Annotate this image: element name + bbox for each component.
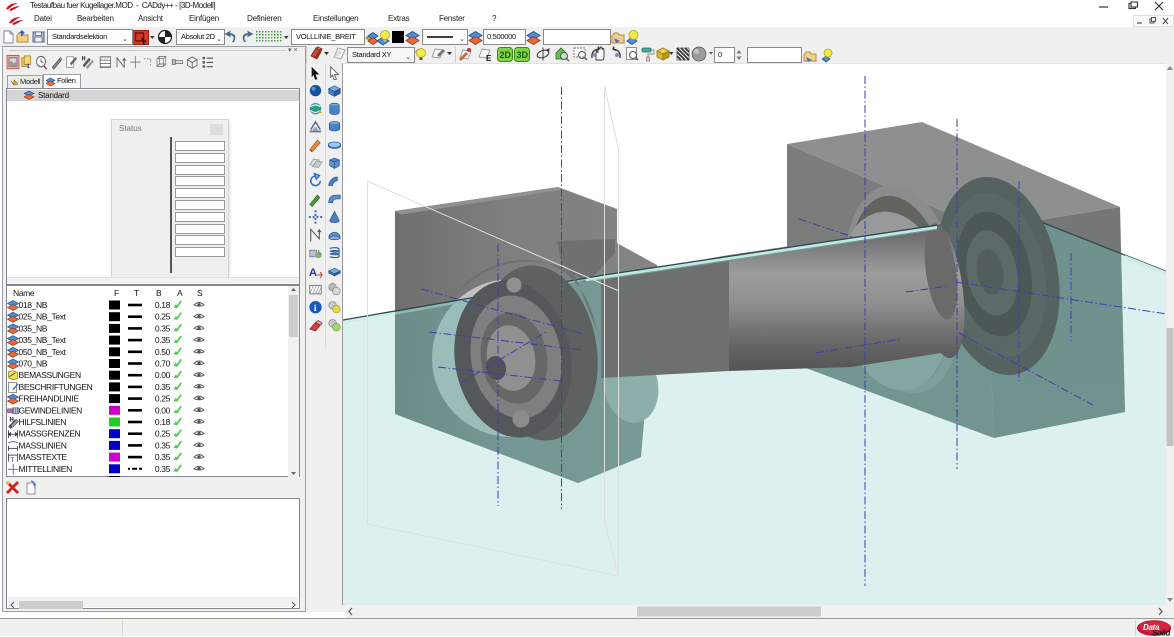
svg-text:S: S (197, 288, 203, 298)
svg-text:MASSGRENZEN: MASSGRENZEN (19, 429, 81, 439)
svg-text:i: i (314, 304, 317, 314)
svg-text:0.70: 0.70 (155, 359, 171, 369)
svg-text:B: B (156, 288, 162, 298)
svg-text:0.35: 0.35 (155, 440, 171, 450)
svg-text:MITTELLINIEN: MITTELLINIEN (19, 464, 73, 474)
svg-text:HILFSLINIEN: HILFSLINIEN (19, 417, 67, 427)
svg-text:GEWINDELINIEN: GEWINDELINIEN (19, 405, 83, 415)
svg-text:MASSTEXTE: MASSTEXTE (19, 452, 68, 462)
svg-text:A: A (177, 288, 183, 298)
svg-text:BEMASSUNGEN: BEMASSUNGEN (19, 370, 81, 380)
svg-text:E: E (486, 54, 492, 63)
svg-text:MASSLINIEN: MASSLINIEN (19, 440, 67, 450)
svg-text:0.35: 0.35 (155, 382, 171, 392)
svg-text:0.18: 0.18 (155, 417, 171, 427)
svg-text:BESCHRIFTUNGEN: BESCHRIFTUNGEN (19, 382, 93, 392)
svg-text:018_NB: 018_NB (19, 300, 48, 310)
svg-text:0.25: 0.25 (155, 429, 171, 439)
svg-text:035_NB: 035_NB (19, 323, 48, 333)
svg-text:0.18: 0.18 (155, 300, 171, 310)
svg-text:070_NB: 070_NB (19, 359, 48, 369)
svg-text:0.35: 0.35 (155, 323, 171, 333)
svg-text:0.35: 0.35 (155, 335, 171, 345)
svg-text:050_NB_Text: 050_NB_Text (19, 347, 67, 357)
svg-text:Name: Name (13, 288, 35, 298)
svg-text:0.35: 0.35 (155, 464, 171, 474)
svg-text:2D: 2D (500, 50, 512, 60)
svg-text:0.25: 0.25 (155, 312, 171, 322)
svg-text:FREIHANDLINIE: FREIHANDLINIE (19, 394, 80, 404)
svg-text:1: 1 (27, 63, 31, 71)
svg-text:A: A (309, 267, 317, 279)
svg-text:025_NB_Text: 025_NB_Text (19, 312, 67, 322)
svg-text:F: F (114, 288, 119, 298)
svg-text:3D: 3D (517, 50, 529, 60)
svg-text:0.00: 0.00 (155, 405, 171, 415)
svg-text:0.50: 0.50 (155, 347, 171, 357)
svg-text:H: H (82, 56, 86, 62)
svg-text:T: T (134, 288, 139, 298)
svg-text:0.35: 0.35 (155, 452, 171, 462)
svg-text:T: T (11, 457, 15, 464)
svg-text:035_NB_Text: 035_NB_Text (19, 335, 67, 345)
svg-text:0.25: 0.25 (155, 394, 171, 404)
svg-text:0.00: 0.00 (155, 370, 171, 380)
